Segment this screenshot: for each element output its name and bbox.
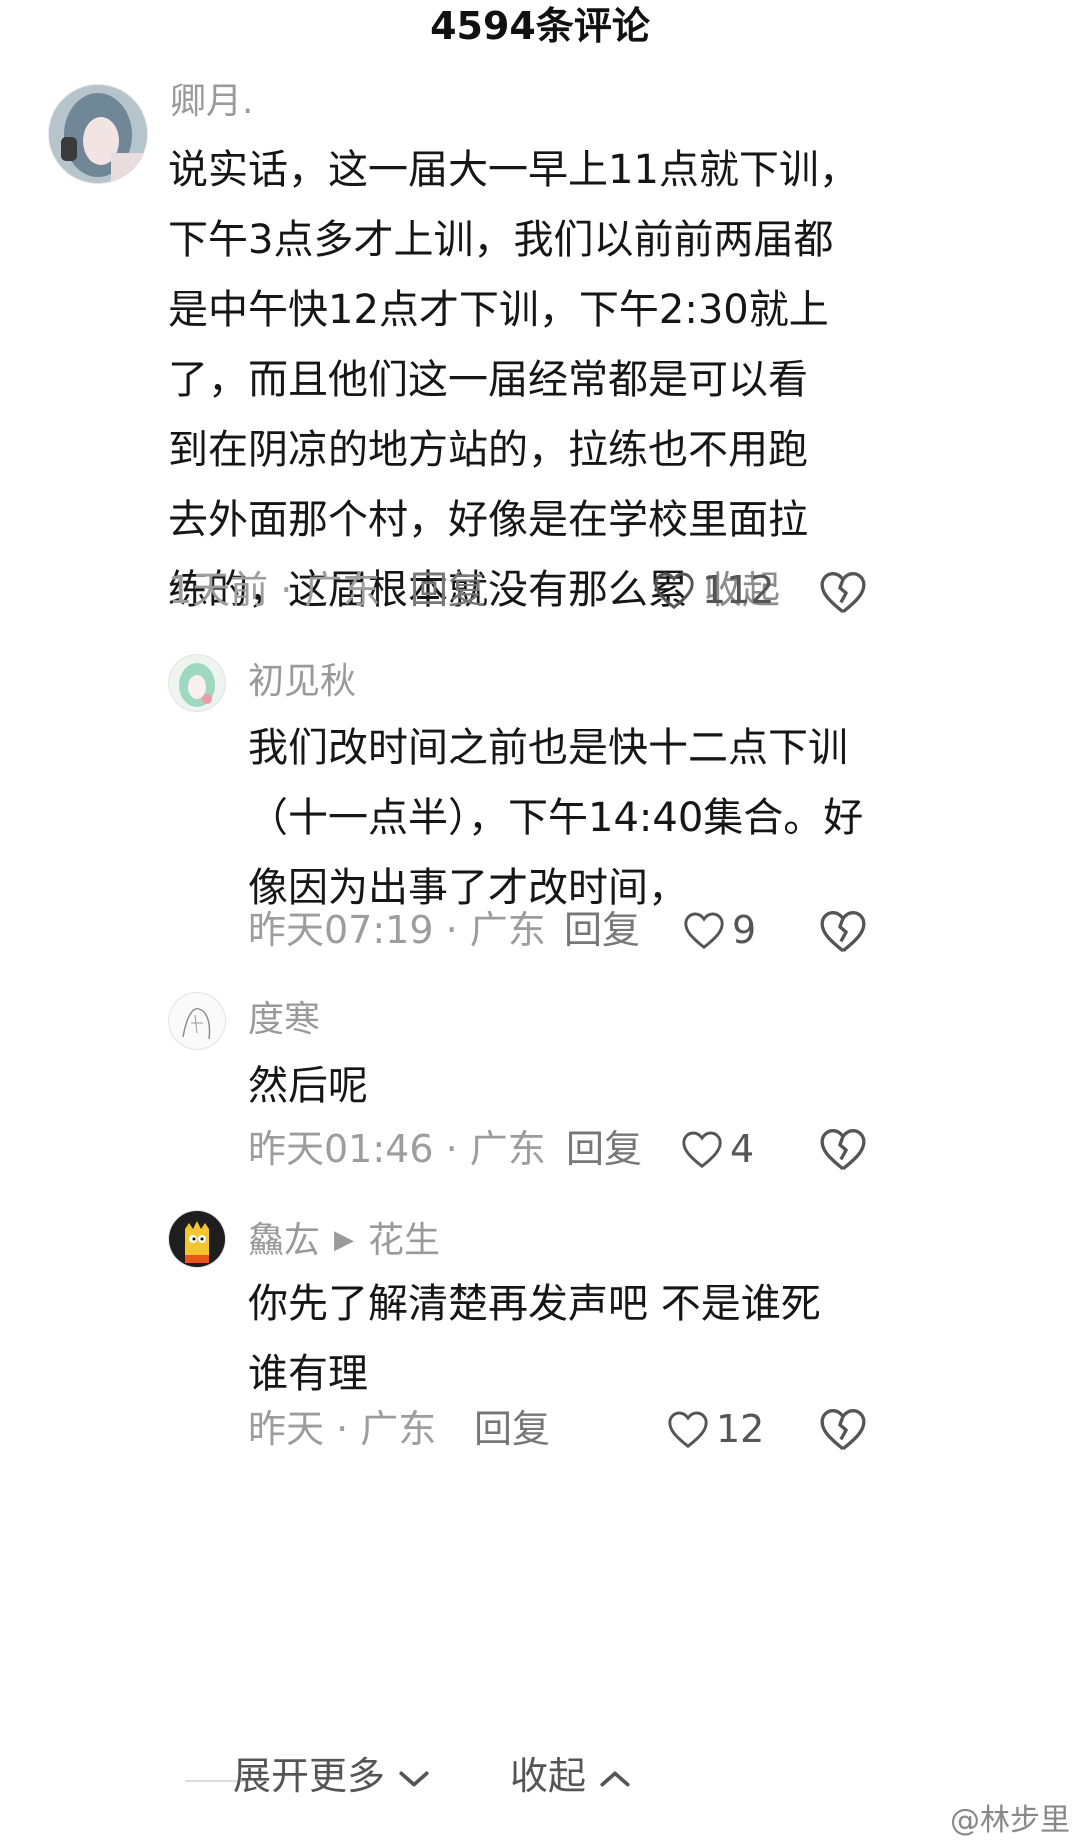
- reply-button[interactable]: 回复: [564, 905, 640, 955]
- username[interactable]: 卿月.: [170, 80, 253, 124]
- heart-outline-icon: [668, 1411, 708, 1449]
- comment-line: 了，而且他们这一届经常都是可以看: [168, 357, 808, 403]
- triangle-right-icon: ▶: [334, 1225, 355, 1255]
- expand-more-label: 展开更多: [233, 1754, 386, 1798]
- broken-heart-icon[interactable]: [818, 1404, 868, 1454]
- like-count: 12: [716, 1407, 765, 1451]
- watermark: @林步里: [950, 1803, 1070, 1838]
- broken-heart-icon[interactable]: [818, 567, 868, 617]
- avatar[interactable]: [168, 992, 226, 1050]
- comment-meta: 昨天 · 广东: [248, 1407, 437, 1451]
- reply-button[interactable]: 回复: [566, 1124, 642, 1174]
- reply-to-username[interactable]: 花生: [368, 1220, 440, 1261]
- comment-line: 到在阴凉的地方站的，拉练也不用跑: [168, 427, 808, 473]
- comment-meta: 昨天01:46 · 广东: [248, 1127, 546, 1171]
- comment-text: 说实话，这一届大一早上11点就下训， 下午3点多才上训，我们以前前两届都 是中午…: [168, 135, 1048, 625]
- like-count: 9: [732, 908, 757, 952]
- comment-meta: 1天前 · 广东: [168, 568, 381, 612]
- replies-footer: 展开更多 收起: [0, 1740, 1080, 1820]
- like-button[interactable]: 4: [680, 1124, 754, 1174]
- like-button[interactable]: 9: [682, 905, 756, 955]
- heart-outline-icon: [654, 572, 694, 610]
- chevron-down-icon: [399, 1770, 429, 1787]
- collapse-button[interactable]: 收起: [510, 1746, 632, 1806]
- username[interactable]: 鱻厷 ▶ 花生: [248, 1218, 440, 1263]
- broken-heart-icon[interactable]: [818, 906, 868, 956]
- heart-outline-icon: [682, 1131, 722, 1169]
- comment-line: 去外面那个村，好像是在学校里面拉: [168, 497, 808, 543]
- username[interactable]: 度寒: [248, 998, 320, 1042]
- broken-heart-icon[interactable]: [818, 1124, 868, 1174]
- comment-line: （十一点半），下午14:40集合。好: [248, 795, 864, 841]
- avatar[interactable]: [168, 1210, 226, 1268]
- comment-line: 你先了解清楚再发声吧 不是谁死: [248, 1281, 821, 1327]
- avatar[interactable]: [168, 654, 226, 712]
- comment-line: 是中午快12点才下训，下午2:30就上: [168, 287, 829, 333]
- comment-line: 说实话，这一届大一早上11点就下训，: [168, 147, 859, 193]
- like-count: 112: [702, 568, 775, 612]
- username[interactable]: 初见秋: [248, 660, 356, 704]
- comment-line: 然后呢: [248, 1063, 368, 1109]
- like-count: 4: [730, 1127, 755, 1171]
- expand-more-button[interactable]: 展开更多: [233, 1746, 431, 1806]
- comment-text: 然后呢: [248, 1051, 1078, 1121]
- username-text[interactable]: 鱻厷: [248, 1220, 320, 1261]
- comment-count-title: 4594条评论: [430, 4, 650, 48]
- comment-line: 下午3点多才上训，我们以前前两届都: [168, 217, 834, 263]
- comment-text: 我们改时间之前也是快十二点下训 （十一点半），下午14:40集合。好 像因为出事…: [248, 713, 1078, 923]
- chevron-up-icon: [600, 1770, 630, 1787]
- like-button[interactable]: 112: [652, 565, 775, 615]
- reply-button[interactable]: 回复: [410, 565, 486, 615]
- avatar[interactable]: [48, 84, 148, 184]
- comment-line: 谁有理: [248, 1351, 368, 1397]
- heart-outline-icon: [684, 912, 724, 950]
- comment-line: 我们改时间之前也是快十二点下训: [248, 725, 848, 771]
- like-button[interactable]: 12: [666, 1404, 764, 1454]
- reply-button[interactable]: 回复: [474, 1404, 550, 1454]
- comment-meta: 昨天07:19 · 广东: [248, 908, 546, 952]
- collapse-label: 收起: [510, 1754, 587, 1798]
- comment-text: 你先了解清楚再发声吧 不是谁死 谁有理: [248, 1269, 1078, 1409]
